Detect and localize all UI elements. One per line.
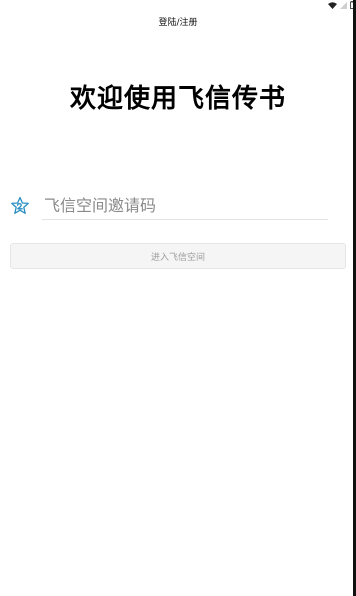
enter-space-button[interactable]: 进入飞信空间 bbox=[10, 243, 346, 269]
signal-icon bbox=[340, 1, 347, 9]
invite-code-row bbox=[10, 192, 328, 220]
welcome-heading: 欢迎使用飞信传书 bbox=[69, 84, 286, 114]
invite-star-icon bbox=[11, 196, 29, 214]
status-bar bbox=[0, 0, 356, 14]
page-title: 登陆/注册 bbox=[158, 18, 198, 28]
status-icons bbox=[328, 1, 354, 9]
invite-code-input[interactable] bbox=[42, 192, 328, 220]
wifi-icon bbox=[328, 1, 337, 9]
